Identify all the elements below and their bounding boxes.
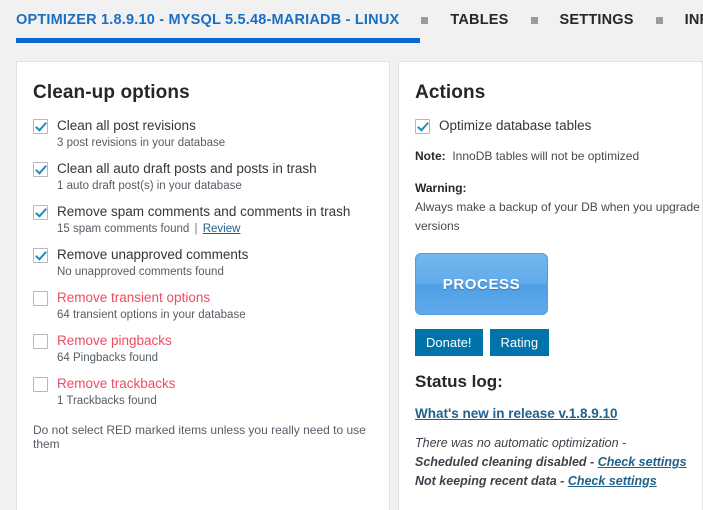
cleanup-option-sub-text: 15 spam comments found xyxy=(57,223,190,235)
process-button[interactable]: PROCESS xyxy=(415,253,548,315)
whats-new-release-link[interactable]: What's new in release v.1.8.9.10 xyxy=(415,406,686,421)
cleanup-option-label: Remove pingbacks xyxy=(57,333,172,348)
warning-label: Warning: xyxy=(415,181,467,195)
innodb-note: Note: InnoDB tables will not be optimize… xyxy=(415,148,686,164)
cleanup-option-row: Remove pingbacks 64 Pingbacks found xyxy=(33,333,373,366)
status-line: Not keeping recent data - Check settings xyxy=(415,472,686,491)
checkbox-remove-unapproved-comments[interactable] xyxy=(33,247,48,263)
cleanup-option-row: Clean all auto draft posts and posts in … xyxy=(33,161,373,194)
cleanup-option-sub: 64 Pingbacks found xyxy=(57,352,159,364)
status-line: Scheduled cleaning disabled - Check sett… xyxy=(415,453,687,472)
cleanup-option-row: Remove transient options 64 transient op… xyxy=(33,290,373,323)
panels-container: Clean-up options Clean all post revision… xyxy=(0,61,703,510)
cleanup-option-line: Remove trackbacks xyxy=(33,376,373,392)
cleanup-option-sub: 1 Trackbacks found xyxy=(57,395,157,407)
cleanup-option-line: Remove spam comments and comments in tra… xyxy=(33,204,373,220)
checkbox-remove-pingbacks[interactable] xyxy=(33,333,48,349)
tab-tables[interactable]: TABLES xyxy=(450,12,508,28)
active-tab-underline xyxy=(16,38,420,43)
check-settings-link[interactable]: Check settings xyxy=(598,455,687,469)
cleanup-option-line: Clean all post revisions xyxy=(33,118,373,134)
cleanup-option-row: Clean all post revisions 3 post revision… xyxy=(33,118,373,151)
cleanup-option-sub: 15 spam comments found | Review xyxy=(57,222,373,237)
check-settings-link[interactable]: Check settings xyxy=(568,474,657,488)
tab-settings[interactable]: SETTINGS xyxy=(560,12,634,28)
nav-separator-icon xyxy=(530,16,538,24)
cleanup-option-line: Remove unapproved comments xyxy=(33,247,373,263)
optimizer-app: OPTIMIZER 1.8.9.10 - MYSQL 5.5.48-MARIAD… xyxy=(0,0,703,510)
checkbox-remove-spam-comments[interactable] xyxy=(33,204,48,220)
optimize-tables-row: Optimize database tables xyxy=(415,118,686,134)
rating-button[interactable]: Rating xyxy=(489,329,550,356)
optimize-tables-label: Optimize database tables xyxy=(439,118,592,133)
cleanup-option-label: Remove spam comments and comments in tra… xyxy=(57,204,351,219)
checkbox-remove-trackbacks[interactable] xyxy=(33,376,48,392)
cleanup-option-row: Remove unapproved comments No unapproved… xyxy=(33,247,373,280)
cleanup-option-label: Remove transient options xyxy=(57,290,211,305)
review-spam-link[interactable]: Review xyxy=(203,223,241,235)
tab-info[interactable]: INFO xyxy=(685,12,703,28)
nav-separator-icon xyxy=(421,16,429,24)
cleanup-option-label: Clean all post revisions xyxy=(57,118,196,133)
actions-panel: Actions Optimize database tables Note: I… xyxy=(398,61,703,510)
checkbox-clean-auto-drafts[interactable] xyxy=(33,161,48,177)
status-line-text: Not keeping recent data - xyxy=(415,474,568,488)
cleanup-option-row: Remove trackbacks 1 Trackbacks found xyxy=(33,376,373,409)
actions-panel-title: Actions xyxy=(415,82,486,103)
cleanup-option-label: Clean all auto draft posts and posts in … xyxy=(57,161,317,176)
status-log-lines: There was no automatic optimization - Sc… xyxy=(415,434,687,491)
donate-button[interactable]: Donate! xyxy=(415,329,483,356)
cleanup-option-line: Remove transient options xyxy=(33,290,373,306)
top-navigation: OPTIMIZER 1.8.9.10 - MYSQL 5.5.48-MARIAD… xyxy=(0,0,703,40)
secondary-buttons: Donate! Rating xyxy=(415,329,686,356)
cleanup-option-line: Remove pingbacks xyxy=(33,333,373,349)
nav-separator-icon xyxy=(655,16,663,24)
note-text: InnoDB tables will not be optimized xyxy=(452,149,640,163)
status-line: There was no automatic optimization - xyxy=(415,434,686,453)
status-line-text: Scheduled cleaning disabled - xyxy=(415,455,598,469)
cleanup-options-panel: Clean-up options Clean all post revision… xyxy=(16,61,390,510)
checkbox-remove-transient-options[interactable] xyxy=(33,290,48,306)
sub-separator: | xyxy=(191,223,201,235)
cleanup-option-sub: 3 post revisions in your database xyxy=(57,137,226,149)
cleanup-option-sub: No unapproved comments found xyxy=(57,266,224,278)
tab-optimizer[interactable]: OPTIMIZER 1.8.9.10 - MYSQL 5.5.48-MARIAD… xyxy=(16,12,399,28)
cleanup-panel-title: Clean-up options xyxy=(33,82,190,103)
status-log-title: Status log: xyxy=(415,372,503,391)
red-items-warning-note: Do not select RED marked items unless yo… xyxy=(33,423,366,451)
status-line-text: There was no automatic optimization - xyxy=(415,436,627,450)
cleanup-option-sub: 1 auto draft post(s) in your database xyxy=(57,180,242,192)
warning-text: Always make a backup of your DB when you… xyxy=(415,200,702,233)
cleanup-option-sub: 64 transient options in your database xyxy=(57,309,246,321)
cleanup-option-row: Remove spam comments and comments in tra… xyxy=(33,204,373,237)
cleanup-option-label: Remove trackbacks xyxy=(57,376,176,391)
cleanup-option-label: Remove unapproved comments xyxy=(57,247,249,262)
backup-warning: Warning: Always make a backup of your DB… xyxy=(415,179,702,236)
checkbox-optimize-database-tables[interactable] xyxy=(415,118,430,134)
checkbox-clean-post-revisions[interactable] xyxy=(33,118,48,134)
cleanup-option-line: Clean all auto draft posts and posts in … xyxy=(33,161,373,177)
note-label: Note: xyxy=(415,149,446,163)
